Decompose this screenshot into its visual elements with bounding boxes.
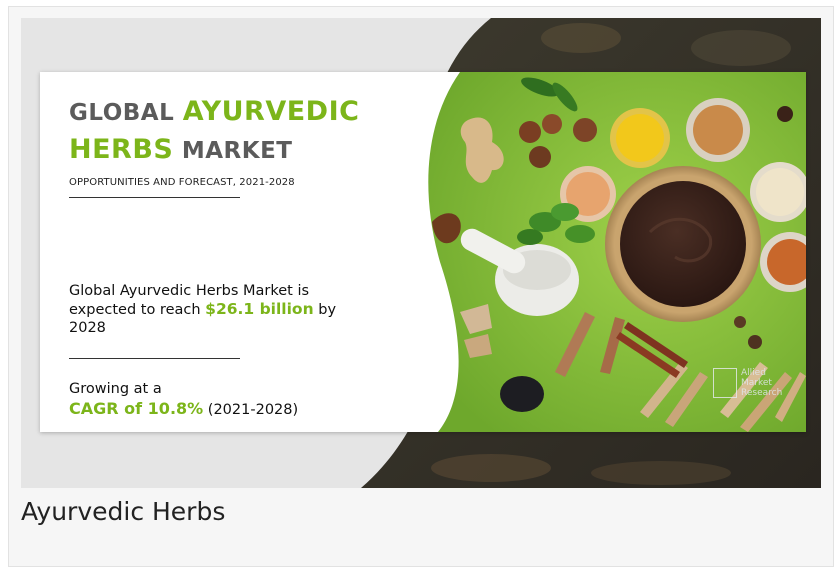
report-subtitle: OPPORTUNITIES AND FORECAST, 2021-2028 bbox=[69, 177, 295, 188]
image-caption[interactable]: Ayurvedic Herbs bbox=[21, 497, 225, 526]
stat-value: $26.1 billion bbox=[205, 300, 314, 318]
growth-statement: Growing at a CAGR of 10.8% (2021-2028) bbox=[69, 379, 369, 420]
title-ayurvedic: AYURVEDIC bbox=[182, 96, 360, 127]
growth-prefix: Growing at a bbox=[69, 381, 162, 397]
divider-bottom bbox=[69, 358, 240, 359]
logo-line-2: Market bbox=[741, 378, 772, 388]
logo-mark-icon bbox=[713, 368, 737, 398]
logo-line-3: Research bbox=[741, 388, 783, 398]
report-title: GLOBAL AYURVEDIC HERBS MARKET bbox=[69, 92, 359, 168]
infographic-banner[interactable]: GLOBAL AYURVEDIC HERBS MARKET OPPORTUNIT… bbox=[21, 18, 821, 488]
title-market: MARKET bbox=[173, 138, 293, 164]
growth-period: (2021-2028) bbox=[203, 402, 299, 418]
title-herbs: HERBS bbox=[69, 134, 174, 165]
growth-cagr: CAGR of 10.8% bbox=[69, 399, 204, 418]
divider-top bbox=[69, 197, 240, 198]
content-panel: GLOBAL AYURVEDIC HERBS MARKET OPPORTUNIT… bbox=[40, 72, 806, 432]
logo-line-1: Allied bbox=[741, 368, 766, 378]
title-global: GLOBAL bbox=[69, 100, 183, 126]
market-size-statement: Global Ayurvedic Herbs Market is expecte… bbox=[69, 282, 369, 337]
allied-market-research-logo: Allied Market Research bbox=[713, 368, 793, 404]
